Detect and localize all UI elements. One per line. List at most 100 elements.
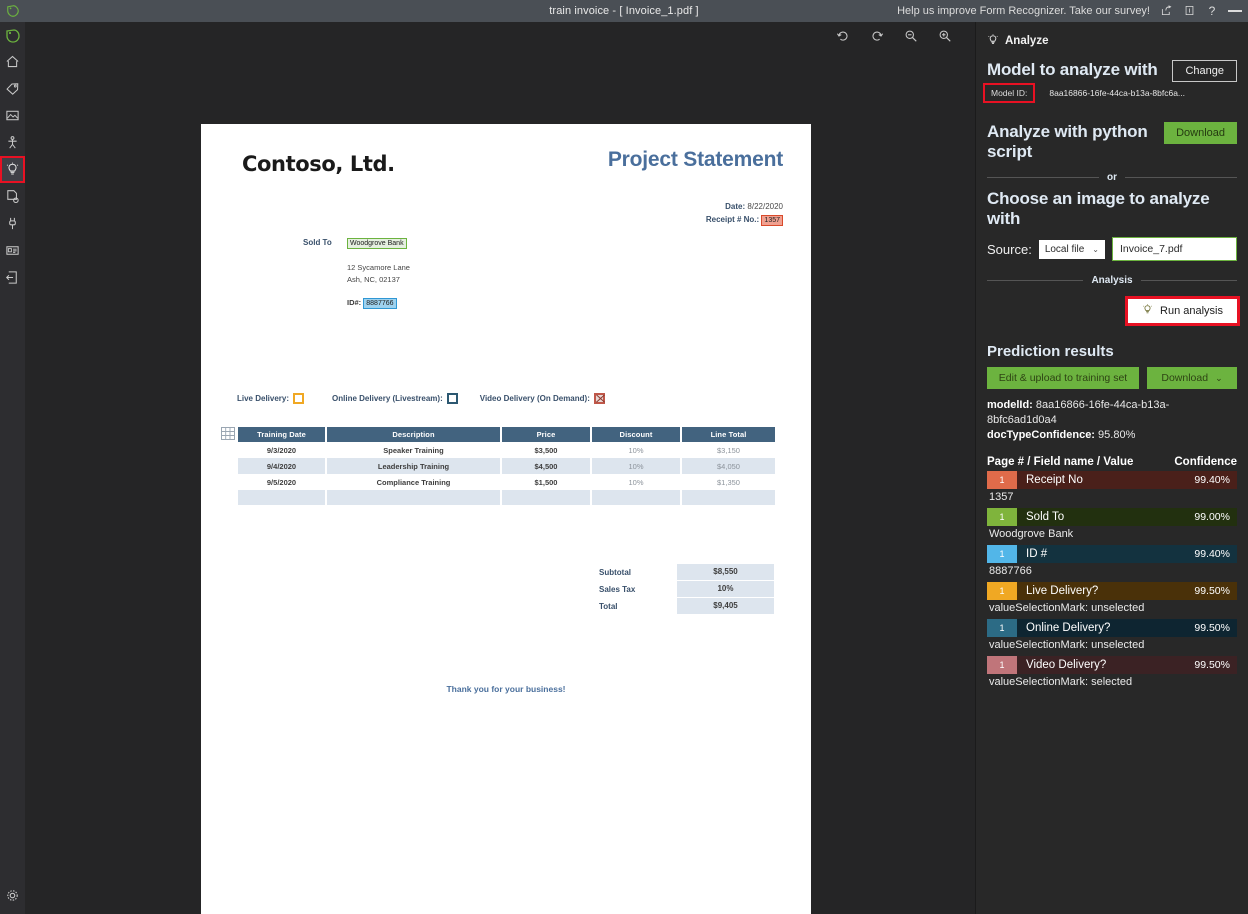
sidebar-item-settings[interactable] bbox=[0, 882, 25, 909]
confidence-value: 99.50% bbox=[1194, 622, 1237, 634]
confidence-value: 99.00% bbox=[1194, 511, 1237, 523]
page-badge: 1 bbox=[987, 619, 1017, 637]
sold-to-highlight[interactable]: Woodgrove Bank bbox=[347, 238, 407, 249]
sidebar-item-connections[interactable] bbox=[0, 210, 25, 237]
zoom-in-icon[interactable] bbox=[937, 28, 953, 44]
result-bar: 1 Sold To 99.00% bbox=[987, 508, 1237, 526]
video-delivery-checkbox-icon[interactable] bbox=[594, 393, 605, 404]
table-row: 9/3/2020 Speaker Training $3,500 10% $3,… bbox=[238, 442, 775, 458]
model-id-row: Model ID: 8aa16866-16fe-44ca-b13a-8bfc6a… bbox=[987, 86, 1237, 100]
file-input[interactable]: Invoice_7.pdf bbox=[1112, 237, 1237, 261]
titlebar-right-group: Help us improve Form Recognizer. Take ou… bbox=[897, 5, 1248, 18]
document-editor: Contoso, Ltd. Project Statement Date: 8/… bbox=[25, 22, 975, 914]
checkbox-online-delivery[interactable]: Online Delivery (Livestream): bbox=[332, 393, 458, 404]
cell-line-total: $4,050 bbox=[681, 458, 775, 474]
panel-title: Analyze bbox=[1005, 35, 1048, 47]
result-row-sold-to[interactable]: 1 Sold To 99.00% Woodgrove Bank bbox=[987, 508, 1237, 542]
field-value: valueSelectionMark: selected bbox=[987, 674, 1237, 690]
page-badge: 1 bbox=[987, 545, 1017, 563]
page-title: Project Statement bbox=[608, 148, 783, 172]
sidebar-item-tag-editor[interactable] bbox=[0, 75, 25, 102]
download-script-button[interactable]: Download bbox=[1164, 122, 1237, 144]
share-icon[interactable] bbox=[1159, 5, 1173, 18]
col-training-date: Training Date bbox=[238, 427, 326, 442]
sidebar-item-analyze[interactable] bbox=[0, 156, 25, 183]
results-table-header: Page # / Field name / Value Confidence bbox=[987, 456, 1237, 468]
survey-link[interactable]: Help us improve Form Recognizer. Take ou… bbox=[897, 5, 1150, 17]
choose-section-title: Choose an image to analyze with bbox=[987, 189, 1237, 229]
result-bar: 1 ID # 99.40% bbox=[987, 545, 1237, 563]
checkbox-live-delivery[interactable]: Live Delivery: bbox=[237, 393, 304, 404]
gear-icon bbox=[5, 888, 20, 903]
source-row: Source: Local file ⌄ Invoice_7.pdf bbox=[987, 237, 1237, 261]
sidebar-item-compose[interactable] bbox=[0, 102, 25, 129]
zoom-out-icon[interactable] bbox=[903, 28, 919, 44]
sidebar-item-train[interactable] bbox=[0, 129, 25, 156]
result-row-receipt-no[interactable]: 1 Receipt No 99.40% 1357 bbox=[987, 471, 1237, 505]
prediction-results-title: Prediction results bbox=[987, 343, 1237, 360]
cell-discount: 10% bbox=[591, 474, 681, 490]
online-delivery-label: Online Delivery (Livestream): bbox=[332, 394, 443, 403]
col-confidence: Confidence bbox=[1174, 456, 1237, 468]
sidebar-item-prebuilt[interactable] bbox=[0, 237, 25, 264]
minimize-icon[interactable] bbox=[1228, 10, 1242, 12]
id-card-icon bbox=[5, 243, 20, 258]
result-row-live-delivery[interactable]: 1 Live Delivery? 99.50% valueSelectionMa… bbox=[987, 582, 1237, 616]
source-select[interactable]: Local file ⌄ bbox=[1039, 240, 1105, 259]
result-row-online-delivery[interactable]: 1 Online Delivery? 99.50% valueSelection… bbox=[987, 619, 1237, 653]
cell-price: $3,500 bbox=[501, 442, 591, 458]
sidebar-item-home[interactable] bbox=[0, 48, 25, 75]
run-analysis-button[interactable]: Run analysis bbox=[1128, 299, 1237, 323]
col-discount: Discount bbox=[591, 427, 681, 442]
sold-to-label: Sold To bbox=[303, 238, 332, 247]
doc-confidence-key: docTypeConfidence: bbox=[987, 429, 1095, 441]
cell-discount: 10% bbox=[591, 442, 681, 458]
address-block: 12 Sycamore Lane Ash, NC, 02137 bbox=[347, 262, 410, 286]
help-icon[interactable]: ? bbox=[1205, 5, 1219, 17]
live-delivery-checkbox-icon[interactable] bbox=[293, 393, 304, 404]
model-id-label: Model ID: bbox=[987, 86, 1031, 100]
table-grid-icon[interactable] bbox=[221, 427, 235, 440]
total-value: $9,405 bbox=[677, 598, 774, 614]
sidebar-item-layout[interactable] bbox=[0, 264, 25, 291]
field-name: Live Delivery? bbox=[1017, 585, 1098, 597]
analysis-divider: Analysis bbox=[987, 275, 1237, 286]
delivery-checkboxes: Live Delivery: Online Delivery (Livestre… bbox=[237, 393, 605, 404]
edit-upload-button[interactable]: Edit & upload to training set bbox=[987, 367, 1139, 389]
confidence-value: 99.50% bbox=[1194, 585, 1237, 597]
canvas-area[interactable]: Contoso, Ltd. Project Statement Date: 8/… bbox=[25, 50, 975, 914]
document-export-icon bbox=[5, 270, 20, 285]
document-page[interactable]: Contoso, Ltd. Project Statement Date: 8/… bbox=[201, 124, 811, 914]
result-row-video-delivery[interactable]: 1 Video Delivery? 99.50% valueSelectionM… bbox=[987, 656, 1237, 690]
total-row: Total $9,405 bbox=[599, 598, 774, 614]
result-row-id[interactable]: 1 ID # 99.40% 8887766 bbox=[987, 545, 1237, 579]
divider-right bbox=[1125, 177, 1237, 178]
app-root: train invoice - [ Invoice_1.pdf ] Help u… bbox=[0, 0, 1248, 914]
field-value: 8887766 bbox=[987, 563, 1237, 579]
rotate-right-icon[interactable] bbox=[869, 28, 885, 44]
python-section-title: Analyze with python script bbox=[987, 122, 1157, 162]
checkbox-video-delivery[interactable]: Video Delivery (On Demand): bbox=[480, 393, 605, 404]
run-analysis-row: Run analysis bbox=[987, 299, 1237, 323]
plug-connections-icon bbox=[5, 216, 20, 231]
info-icon[interactable] bbox=[1182, 5, 1196, 18]
model-id-value: 8aa16866-16fe-44ca-b13a-8bfc6a... bbox=[1049, 88, 1185, 98]
id-value-highlight[interactable]: 8887766 bbox=[363, 298, 396, 309]
cell-empty bbox=[591, 490, 681, 505]
online-delivery-checkbox-icon[interactable] bbox=[447, 393, 458, 404]
receipt-value-highlight[interactable]: 1357 bbox=[761, 215, 783, 226]
sidebar-item-model-compose[interactable] bbox=[0, 183, 25, 210]
rotate-left-icon[interactable] bbox=[835, 28, 851, 44]
field-value: 1357 bbox=[987, 489, 1237, 505]
change-model-button[interactable]: Change bbox=[1172, 60, 1237, 82]
company-name: Contoso, Ltd. bbox=[242, 152, 395, 176]
cell-description: Leadership Training bbox=[326, 458, 501, 474]
col-line-total: Line Total bbox=[681, 427, 775, 442]
chevron-down-icon: ⌄ bbox=[1092, 245, 1099, 254]
model-id-meta: modelId: 8aa16866-16fe-44ca-b13a-8bfc6ad… bbox=[987, 398, 1237, 428]
download-results-button[interactable]: Download ⌄ bbox=[1147, 367, 1237, 389]
table-row: 9/5/2020 Compliance Training $1,500 10% … bbox=[238, 474, 775, 490]
cell-empty bbox=[501, 490, 591, 505]
document-settings-icon bbox=[5, 189, 20, 204]
canvas-toolbar bbox=[25, 22, 975, 50]
